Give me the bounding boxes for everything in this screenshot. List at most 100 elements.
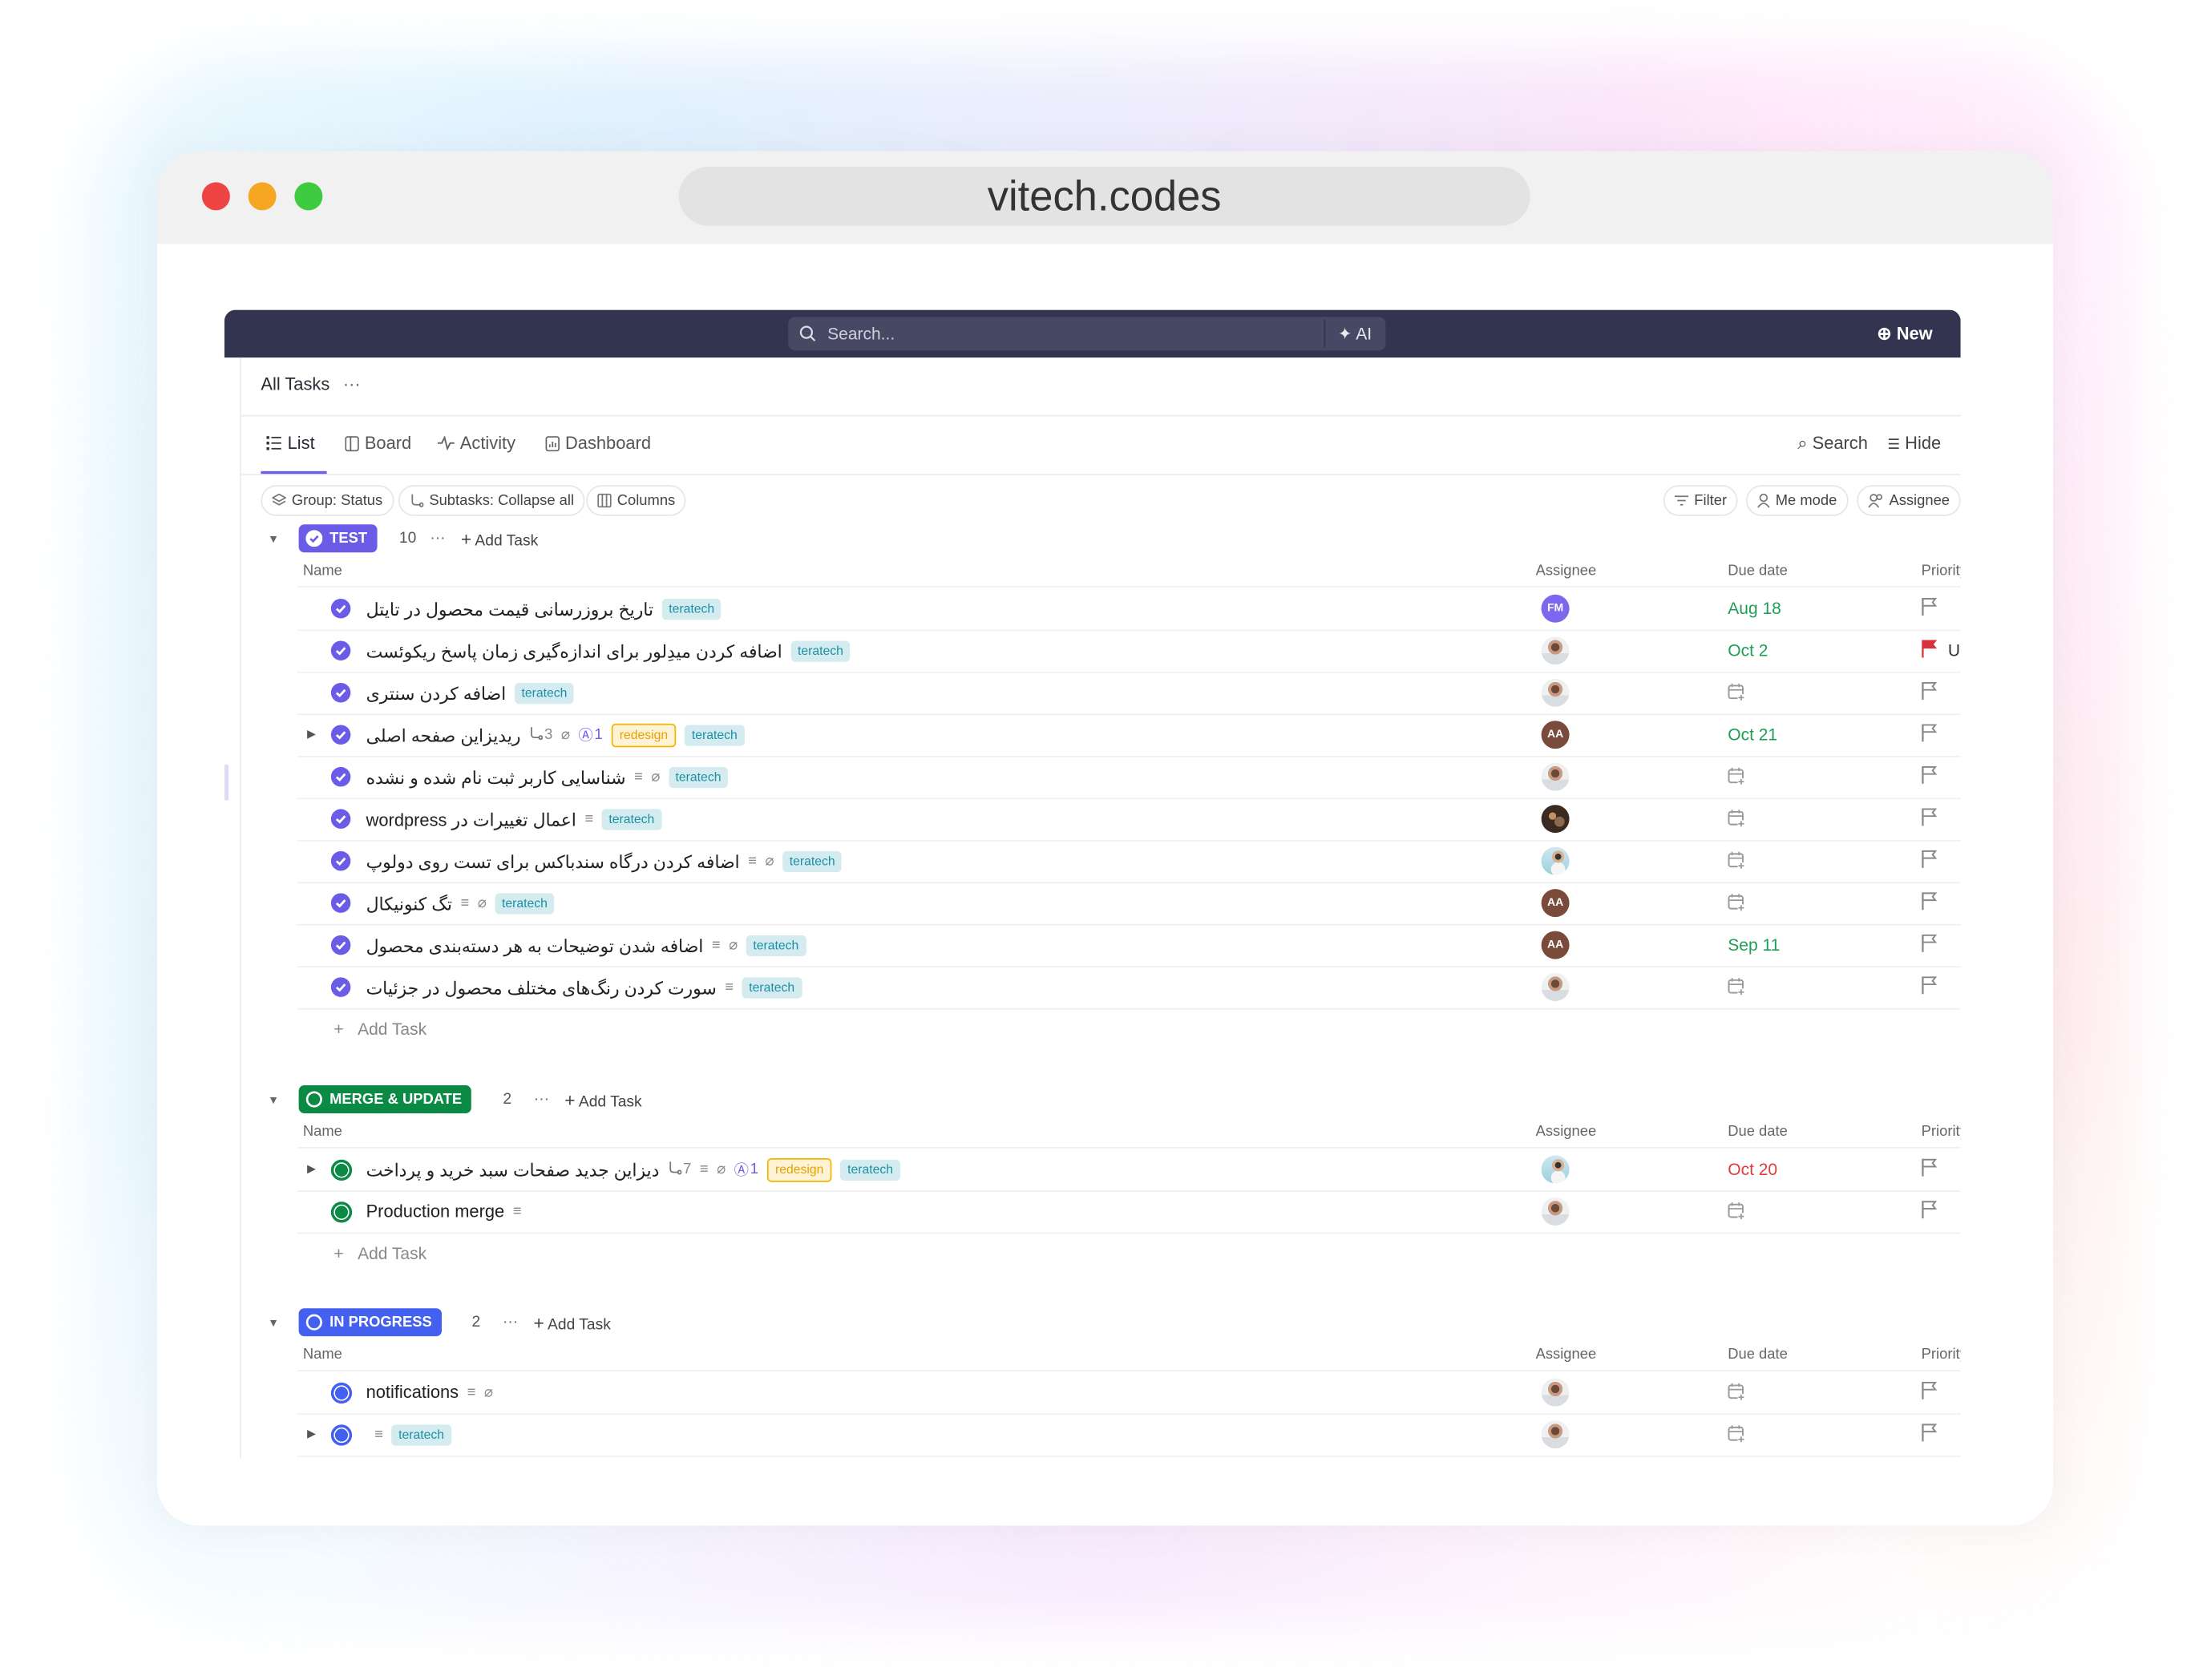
priority-flag-icon[interactable]: [1922, 808, 1938, 833]
column-header-priority[interactable]: Priority: [1922, 1123, 1961, 1140]
task-row[interactable]: ▶ دیزاین جدید صفحات سبد خرید و پرداخت 7 ≡…: [297, 1149, 1961, 1192]
tag-redesign[interactable]: redesign: [611, 722, 677, 747]
group-add-task-button[interactable]: + Add Task: [564, 1088, 641, 1109]
calendar-add-icon[interactable]: [1728, 851, 1745, 876]
priority-flag-icon[interactable]: [1922, 976, 1938, 1001]
sidebar-resize-handle[interactable]: [224, 764, 229, 801]
status-check-icon[interactable]: [330, 935, 351, 955]
tag-teratech[interactable]: teratech: [782, 850, 843, 872]
priority-flag-icon[interactable]: [1922, 934, 1938, 959]
task-row[interactable]: اعمال تغییرات در wordpress ≡ teratech: [297, 798, 1961, 842]
calendar-add-icon[interactable]: [1728, 809, 1745, 834]
status-check-icon[interactable]: [330, 766, 351, 787]
expand-subtasks-caret-icon[interactable]: ▶: [307, 728, 316, 741]
priority-flag-icon[interactable]: [1922, 597, 1938, 622]
task-row[interactable]: Production merge ≡: [297, 1190, 1961, 1234]
task-row[interactable]: اضافه شدن توضیحات به هر دسته‌بندی محصول …: [297, 924, 1961, 968]
task-title[interactable]: اضافه شدن توضیحات به هر دسته‌بندی محصول: [366, 935, 704, 955]
group-add-task-button[interactable]: + Add Task: [461, 528, 538, 549]
priority-flag-icon[interactable]: [1922, 1381, 1938, 1406]
calendar-add-icon[interactable]: [1728, 1424, 1745, 1449]
task-row[interactable]: تگ کنونیکال ≡ ⌀ teratech AA: [297, 882, 1961, 926]
status-badge[interactable]: IN PROGRESS: [298, 1308, 442, 1337]
task-row[interactable]: تاریخ بروزرسانی قیمت محصول در تایتل tera…: [297, 588, 1961, 632]
priority-flag-icon[interactable]: [1922, 1200, 1938, 1225]
task-title[interactable]: اضافه کردن سنتری: [366, 682, 507, 703]
avatar[interactable]: AA: [1541, 889, 1570, 918]
priority-flag-icon[interactable]: [1922, 724, 1938, 749]
task-title[interactable]: Production merge: [366, 1201, 505, 1221]
minimize-window-button[interactable]: [248, 182, 277, 211]
priority-flag-icon[interactable]: [1922, 1158, 1938, 1183]
status-check-icon[interactable]: [330, 598, 351, 619]
tag-teratech[interactable]: teratech: [840, 1158, 900, 1181]
task-title[interactable]: شناسایی کاربر ثبت نام شده و نشده: [366, 766, 626, 787]
add-task-row[interactable]: + Add Task: [333, 1020, 426, 1039]
status-check-icon[interactable]: [330, 725, 351, 745]
group-add-task-button[interactable]: + Add Task: [533, 1312, 610, 1333]
tag-teratech[interactable]: teratech: [514, 682, 575, 704]
task-row[interactable]: ▶ ریدیزاین صفحه اصلی 3 ⌀ Ⓐ 1 redesign teratec…: [297, 713, 1961, 757]
tab-list[interactable]: List: [266, 434, 315, 453]
tag-teratech[interactable]: teratech: [601, 808, 662, 830]
task-title[interactable]: تاریخ بروزرسانی قیمت محصول در تایتل: [366, 598, 653, 619]
maximize-window-button[interactable]: [294, 182, 323, 211]
priority-flag-icon[interactable]: [1922, 1424, 1938, 1448]
task-title[interactable]: اضافه کردن درگاه سندباکس برای تست روی دو…: [366, 850, 740, 871]
avatar-photo[interactable]: [1541, 636, 1570, 665]
status-badge[interactable]: TEST: [298, 524, 378, 553]
subtask-count[interactable]: 7: [668, 1161, 691, 1179]
search-tasks-button[interactable]: ⌕ Search: [1797, 434, 1868, 454]
new-button[interactable]: ⊕ New: [1877, 310, 1932, 357]
tag-teratech[interactable]: teratech: [685, 724, 745, 745]
status-check-icon[interactable]: [330, 640, 351, 660]
status-check-icon[interactable]: [330, 977, 351, 997]
avatar[interactable]: AA: [1541, 931, 1570, 959]
tag-teratech[interactable]: teratech: [391, 1424, 451, 1445]
group-more-button[interactable]: ···: [534, 1091, 549, 1108]
assigned-comments[interactable]: Ⓐ 1: [578, 725, 602, 745]
me-mode-chip[interactable]: Me mode: [1746, 485, 1849, 516]
priority-flag-icon[interactable]: [1922, 681, 1938, 706]
column-header-name[interactable]: Name: [303, 1346, 342, 1363]
status-check-icon[interactable]: [330, 893, 351, 913]
task-title[interactable]: notifications: [366, 1383, 459, 1402]
avatar-photo[interactable]: [1541, 1420, 1570, 1449]
column-header-priority[interactable]: Priority: [1922, 1346, 1961, 1363]
add-task-row[interactable]: + Add Task: [333, 1244, 426, 1263]
task-title[interactable]: ریدیزاین صفحه اصلی: [366, 725, 521, 745]
avatar-photo[interactable]: [1541, 846, 1570, 875]
expand-subtasks-caret-icon[interactable]: ▶: [307, 1162, 316, 1175]
page-more-button[interactable]: ···: [343, 374, 361, 394]
calendar-add-icon[interactable]: [1728, 1201, 1745, 1226]
close-window-button[interactable]: [201, 182, 230, 211]
task-title[interactable]: اضافه کردن میدِلور برای اندازه‌گیری زمان…: [366, 640, 782, 660]
tag-teratech[interactable]: teratech: [668, 766, 729, 788]
calendar-add-icon[interactable]: [1728, 977, 1745, 1002]
status-circle-icon[interactable]: [330, 1201, 353, 1223]
tag-teratech[interactable]: teratech: [746, 934, 806, 956]
urgent-flag-icon[interactable]: [1922, 640, 1938, 664]
task-row[interactable]: notifications ≡ ⌀: [297, 1371, 1961, 1415]
avatar-photo[interactable]: [1541, 678, 1570, 707]
status-circle-icon[interactable]: [330, 1424, 353, 1446]
avatar-photo[interactable]: [1541, 1197, 1570, 1226]
tab-activity[interactable]: Activity: [437, 434, 515, 453]
filter-chip[interactable]: Filter: [1663, 485, 1739, 516]
tag-teratech[interactable]: teratech: [495, 892, 555, 914]
task-row[interactable]: ▶ ≡ teratech: [297, 1413, 1961, 1457]
column-header-assignee[interactable]: Assignee: [1536, 1346, 1597, 1363]
calendar-add-icon[interactable]: [1728, 767, 1745, 792]
calendar-add-icon[interactable]: [1728, 893, 1745, 918]
tag-redesign[interactable]: redesign: [766, 1157, 832, 1181]
hide-button[interactable]: ☰ Hide: [1887, 434, 1941, 454]
priority-flag-icon[interactable]: [1922, 892, 1938, 917]
column-header-priority[interactable]: Priority: [1922, 563, 1961, 580]
calendar-add-icon[interactable]: [1728, 683, 1745, 708]
avatar[interactable]: AA: [1541, 721, 1570, 749]
due-date[interactable]: Aug 18: [1728, 588, 1781, 629]
tab-dashboard[interactable]: Dashboard: [545, 434, 651, 453]
assigned-comments[interactable]: Ⓐ 1: [734, 1159, 758, 1180]
task-title[interactable]: سورت کردن رنگ‌های مختلف محصول در جزئیات: [366, 976, 717, 997]
status-circle-icon[interactable]: [330, 1159, 353, 1181]
